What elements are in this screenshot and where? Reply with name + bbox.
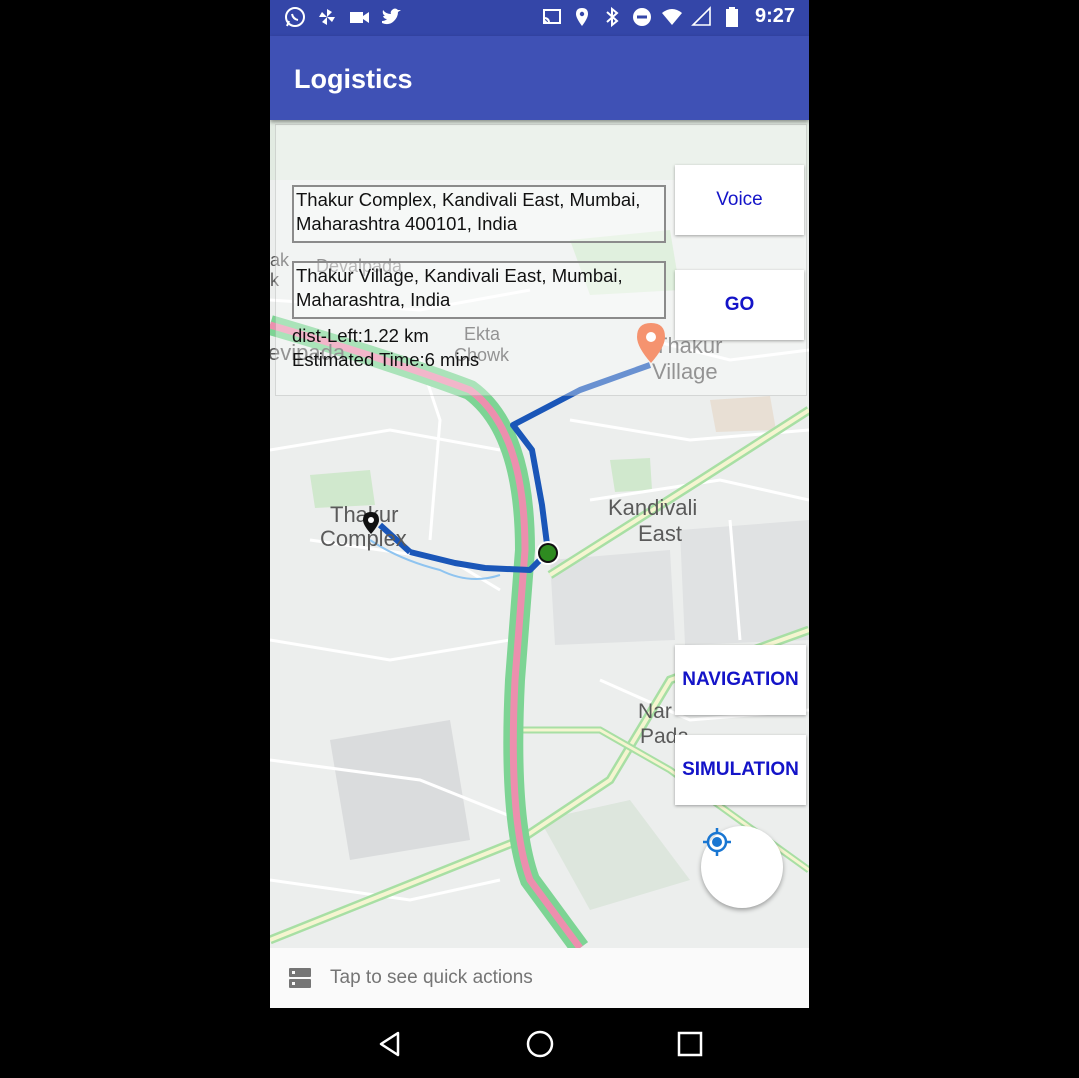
twitter-icon bbox=[380, 6, 402, 28]
whatsapp-icon bbox=[284, 6, 306, 28]
map-label-narsi-pada-1: Nar bbox=[638, 700, 672, 723]
do-not-disturb-icon bbox=[631, 6, 653, 28]
distance-left-text: dist-Left:1.22 km bbox=[292, 325, 429, 346]
bluetooth-icon bbox=[601, 6, 623, 28]
status-time: 9:27 bbox=[754, 5, 795, 27]
quick-actions-label: Tap to see quick actions bbox=[330, 967, 533, 988]
destination-address-field[interactable]: Thakur Village, Kandivali East, Mumbai, … bbox=[292, 261, 666, 319]
signal-icon bbox=[691, 5, 713, 28]
go-button[interactable]: GO bbox=[675, 270, 804, 340]
map-label-thakur-complex-2: Complex bbox=[320, 526, 407, 551]
app-bar: Logistics bbox=[270, 36, 809, 120]
wifi-icon bbox=[661, 6, 683, 28]
current-position-icon bbox=[536, 541, 560, 565]
simulation-button[interactable]: SIMULATION bbox=[675, 735, 806, 805]
source-address-field[interactable]: Thakur Complex, Kandivali East, Mumbai, … bbox=[292, 185, 666, 243]
quick-actions-bar[interactable]: Tap to see quick actions bbox=[270, 948, 809, 1008]
location-icon bbox=[571, 6, 593, 28]
map-label-kandivali-east-2: East bbox=[638, 521, 682, 546]
app-title: Logistics bbox=[294, 64, 413, 94]
map-view[interactable]: Thakur Complex Thakur Village Kandivali … bbox=[270, 120, 809, 948]
my-location-icon bbox=[703, 828, 731, 856]
pinwheel-icon bbox=[316, 6, 338, 28]
system-nav-bar bbox=[270, 1008, 809, 1078]
estimated-time-text: Estimated Time:6 mins bbox=[292, 349, 480, 370]
navigation-button[interactable]: NAVIGATION bbox=[675, 645, 806, 715]
recents-icon[interactable] bbox=[674, 1028, 706, 1060]
battery-icon bbox=[721, 6, 743, 28]
phone-screen: 9:27 Logistics Thakur Complex Thakur Vil… bbox=[270, 0, 809, 1078]
cast-icon bbox=[541, 6, 563, 28]
back-icon[interactable] bbox=[374, 1028, 406, 1060]
video-icon bbox=[348, 6, 370, 28]
my-location-button[interactable] bbox=[701, 826, 783, 908]
storage-icon bbox=[288, 966, 312, 995]
status-bar: 9:27 bbox=[270, 0, 809, 36]
voice-button[interactable]: Voice bbox=[675, 165, 804, 235]
map-label-kandivali-east-1: Kandivali bbox=[608, 495, 697, 520]
home-icon[interactable] bbox=[524, 1028, 556, 1060]
